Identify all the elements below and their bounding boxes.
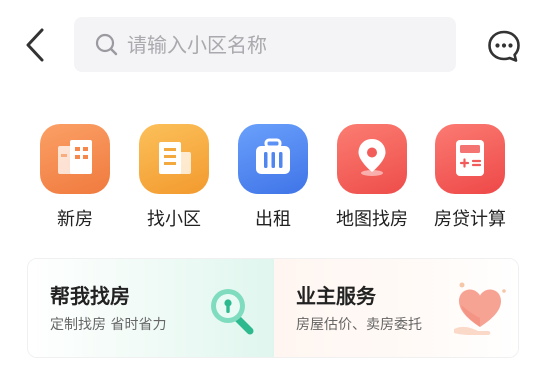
magnifier-key-icon	[211, 289, 254, 335]
search-input[interactable]: 请输入小区名称	[74, 17, 456, 72]
new-building-icon	[40, 124, 110, 194]
calculator-icon	[435, 124, 505, 194]
card-title: 业主服务	[296, 284, 376, 308]
heart-hand-icon	[454, 282, 506, 335]
category-map-search[interactable]: 地图找房	[322, 124, 422, 236]
category-find-community[interactable]: 找小区	[124, 124, 224, 236]
search-icon	[95, 33, 118, 56]
card-title: 帮我找房	[50, 284, 130, 308]
luggage-icon	[238, 124, 308, 194]
category-label: 房贷计算	[434, 209, 506, 230]
category-new-homes[interactable]: 新房	[25, 124, 125, 236]
category-mortgage-calculator[interactable]: 房贷计算	[420, 124, 520, 236]
message-button[interactable]	[486, 28, 522, 64]
service-cards: 帮我找房 定制找房 省时省力 业主服务 房屋估价、卖房委托	[27, 258, 519, 358]
category-grid: 新房 找小区 出租 地图找房 房贷计算	[0, 124, 549, 236]
community-building-icon	[139, 124, 209, 194]
owner-service-card[interactable]: 业主服务 房屋估价、卖房委托	[274, 259, 518, 357]
card-subtitle: 房屋估价、卖房委托	[296, 317, 422, 333]
map-pin-icon	[337, 124, 407, 194]
back-button[interactable]	[18, 26, 52, 66]
category-rental[interactable]: 出租	[223, 124, 323, 236]
top-bar: 请输入小区名称	[0, 0, 549, 92]
card-subtitle: 定制找房 省时省力	[50, 317, 167, 333]
chevron-left-icon	[26, 28, 44, 62]
chat-bubble-icon	[488, 30, 520, 62]
search-placeholder: 请输入小区名称	[127, 33, 267, 57]
find-home-card[interactable]: 帮我找房 定制找房 省时省力	[28, 259, 274, 357]
